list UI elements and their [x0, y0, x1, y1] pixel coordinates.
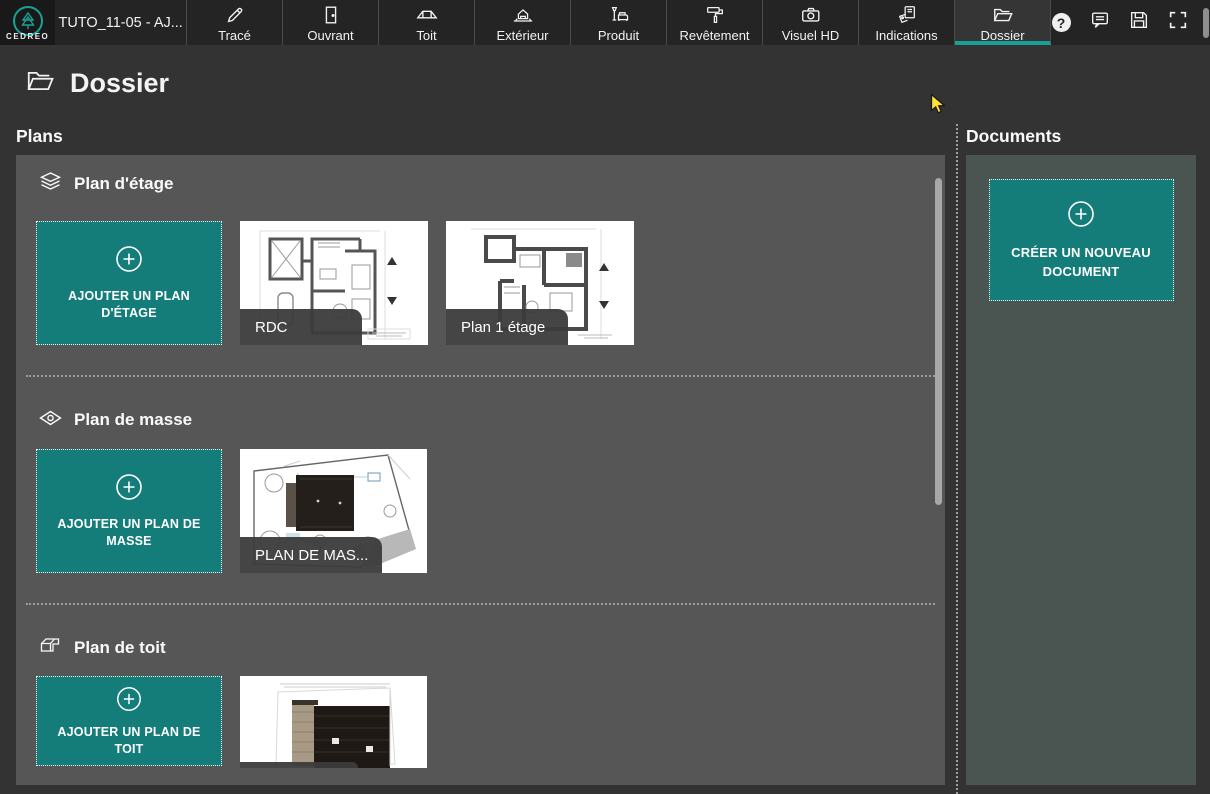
plus-circle-icon — [114, 244, 144, 279]
tab-label: Produit — [598, 28, 639, 43]
folder-icon — [991, 4, 1015, 26]
section-header: Plan de masse — [38, 407, 945, 433]
tab-label: Extérieur — [496, 28, 548, 43]
plans-panel: Plan d'étage AJOUTER UN PLAN D'ÉTAGE — [16, 155, 945, 785]
fullscreen-button[interactable] — [1168, 13, 1188, 33]
section-header: Plan d'étage — [38, 171, 945, 197]
create-document-label: CRÉER UN NOUVEAU DOCUMENT — [1004, 244, 1159, 282]
add-roof-plan-button[interactable]: AJOUTER UN PLAN DE TOIT — [36, 676, 222, 766]
tab-label: Tracé — [218, 28, 251, 43]
tab-ouvrant[interactable]: Ouvrant — [283, 0, 379, 45]
cedreo-logo[interactable]: CEDREO — [0, 0, 55, 45]
roof-corner-icon — [38, 634, 63, 663]
section-separator — [26, 375, 935, 377]
window-scrollbar[interactable] — [1203, 8, 1209, 38]
page-title-text: Dossier — [70, 68, 169, 99]
tab-label: Revêtement — [679, 28, 749, 43]
plan-thumbnail-rdc[interactable]: RDC — [240, 221, 428, 345]
feedback-bubble-icon — [1089, 9, 1111, 36]
topbar: CEDREO TUTO_11-05 - AJ... Tracé Ouvrant … — [0, 0, 1210, 45]
plan-thumbnail-etage1[interactable]: Plan 1 étage — [446, 221, 634, 345]
camera-icon — [799, 4, 823, 26]
furniture-lamp-icon — [607, 4, 631, 26]
section-row: AJOUTER UN PLAN D'ÉTAGE — [36, 221, 945, 345]
door-icon — [320, 4, 342, 26]
section-title: Plan de masse — [74, 410, 192, 430]
fullscreen-icon — [1167, 9, 1189, 36]
add-button-label: AJOUTER UN PLAN DE MASSE — [45, 516, 213, 550]
save-button[interactable] — [1129, 13, 1149, 33]
topbar-actions: ? — [1051, 0, 1210, 45]
roof-icon — [415, 4, 439, 26]
plan-thumbnail-label: PLAN DE MAS... — [240, 537, 382, 573]
cedreo-logo-text: CEDREO — [6, 32, 49, 41]
tab-label: Indications — [875, 28, 937, 43]
section-separator — [26, 603, 935, 605]
tab-visuel-hd[interactable]: Visuel HD — [763, 0, 859, 45]
create-document-button[interactable]: CRÉER UN NOUVEAU DOCUMENT — [989, 179, 1174, 301]
tab-indications[interactable]: Indications — [859, 0, 955, 45]
mouse-cursor — [930, 93, 947, 121]
feedback-button[interactable] — [1090, 13, 1110, 33]
plus-circle-icon — [114, 472, 144, 507]
help-icon: ? — [1052, 13, 1071, 32]
tab-label: Ouvrant — [307, 28, 353, 43]
roof-plan-image — [240, 676, 427, 768]
section-row: AJOUTER UN PLAN DE MASSE — [36, 449, 945, 573]
tab-label: Visuel HD — [782, 28, 840, 43]
help-button[interactable]: ? — [1051, 13, 1071, 33]
tab-dossier[interactable]: Dossier — [955, 0, 1051, 45]
section-header: Plan de toit — [38, 635, 945, 661]
plan-thumbnail-label: RDC — [240, 309, 362, 345]
tab-label: Dossier — [980, 28, 1024, 43]
open-folder-icon — [24, 66, 56, 101]
tags-icon — [895, 4, 919, 26]
pencil-icon — [224, 4, 246, 26]
documents-panel: CRÉER UN NOUVEAU DOCUMENT — [966, 155, 1196, 785]
save-icon — [1128, 9, 1150, 36]
section-title: Plan d'étage — [74, 174, 173, 194]
house-garden-icon — [511, 4, 535, 26]
section-plan-masse: Plan de masse AJOUTER UN PLAN DE MASSE — [36, 407, 945, 573]
section-title: Plan de toit — [74, 638, 166, 658]
add-button-label: AJOUTER UN PLAN DE TOIT — [45, 724, 213, 758]
documents-heading: Documents — [966, 126, 1061, 147]
section-plan-toit: Plan de toit AJOUTER UN PLAN DE TOIT — [36, 635, 945, 768]
layers-icon — [38, 170, 63, 199]
plan-thumbnail-masse[interactable]: PLAN DE MAS... — [240, 449, 427, 573]
tab-revetement[interactable]: Revêtement — [667, 0, 763, 45]
tab-label: Toit — [416, 28, 436, 43]
plans-heading: Plans — [16, 126, 63, 147]
add-site-plan-button[interactable]: AJOUTER UN PLAN DE MASSE — [36, 449, 222, 573]
plan-thumbnail-label: Plan 1 étage — [446, 309, 568, 345]
main-tabs: Tracé Ouvrant Toit Extérieur Produit — [187, 0, 1051, 45]
plan-thumbnail-label-stub — [240, 762, 358, 768]
site-eye-icon — [38, 406, 63, 435]
add-floor-plan-button[interactable]: AJOUTER UN PLAN D'ÉTAGE — [36, 221, 222, 345]
plans-scrollbar-thumb[interactable] — [935, 178, 942, 505]
section-row: AJOUTER UN PLAN DE TOIT — [36, 676, 945, 768]
add-button-label: AJOUTER UN PLAN D'ÉTAGE — [45, 288, 213, 322]
tab-produit[interactable]: Produit — [571, 0, 667, 45]
section-plan-etage: Plan d'étage AJOUTER UN PLAN D'ÉTAGE — [36, 171, 945, 345]
plan-thumbnail-toit[interactable] — [240, 676, 427, 768]
tab-exterieur[interactable]: Extérieur — [475, 0, 571, 45]
paint-roller-icon — [703, 4, 727, 26]
page-title: Dossier — [24, 66, 169, 101]
project-name[interactable]: TUTO_11-05 - AJ... — [55, 0, 187, 45]
tab-trace[interactable]: Tracé — [187, 0, 283, 45]
tab-toit[interactable]: Toit — [379, 0, 475, 45]
plus-circle-icon — [1066, 199, 1096, 234]
plus-circle-icon — [115, 685, 143, 718]
column-divider — [956, 124, 958, 794]
